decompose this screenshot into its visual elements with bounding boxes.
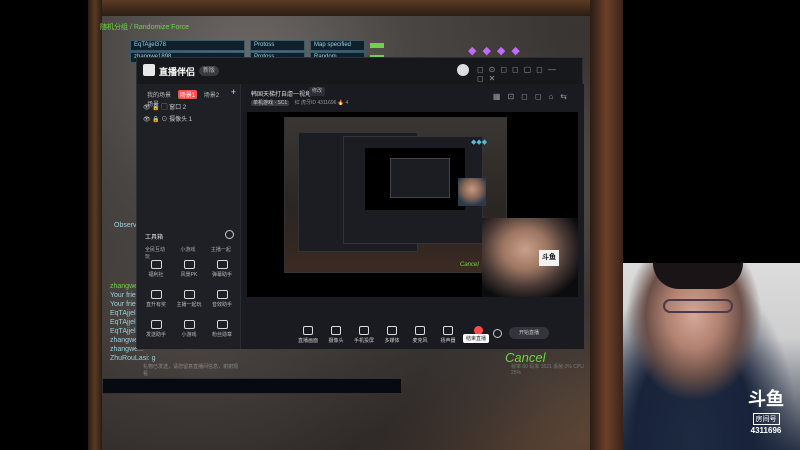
observer-label: Observ [114, 222, 137, 229]
source-item[interactable]: 👁 🔒 ▢ 窗口 2 [143, 102, 186, 111]
room-info: 红 虎牙ID 4311696 🔥 4 [294, 100, 349, 106]
source-label: 窗口 2 [169, 105, 187, 111]
tool-danmu[interactable]: 弹幕助手 [205, 260, 239, 278]
webcam-person-hair [653, 263, 743, 289]
sound-icon [216, 290, 228, 299]
preview-webcam [482, 218, 578, 297]
app-name: 直播伴侣 [159, 67, 196, 77]
nested-cancel-label: Cancel [460, 262, 479, 268]
camera-icon [331, 326, 341, 335]
monitor-icon [303, 326, 313, 335]
tab-scene-1[interactable]: 场景1 [177, 90, 198, 99]
edit-title-button[interactable]: 修改 [309, 87, 326, 96]
douyu-logo-mark: 斗鱼 [748, 389, 784, 409]
category-badge[interactable]: 单机游戏 · SC1 [251, 100, 290, 106]
streaming-app-window: 直播伴侣 新版 ◻⊙◻◻▢◻—◻✕ 我的场景 场景1 场景2 场景 + 👁 🔒 … [136, 57, 584, 377]
tool-pk[interactable]: 风景PK [172, 260, 206, 278]
nested-race-icons: ◆◆◆ [471, 139, 488, 146]
tool-lottery[interactable]: 直升有奖 [139, 290, 173, 308]
tool-minigame[interactable]: 小游戏 [172, 320, 206, 338]
game-chat-input[interactable] [102, 378, 402, 394]
titlebar-controls[interactable]: ◻⊙◻◻▢◻—◻✕ [477, 65, 582, 83]
live-meta: 单机游戏 · SC1 红 虎牙ID 4311696 🔥 4 [251, 99, 348, 106]
bottom-status: 礼物已发送，请您留意直播间信息，谢谢观看 [143, 364, 239, 377]
screen: 随机分组 / Randomize Force EqTAjjel378 Proto… [0, 0, 800, 450]
add-scene-icon[interactable]: + [231, 87, 236, 97]
live-screen-button[interactable]: 直播画面 [293, 326, 323, 344]
play-icon [387, 326, 397, 335]
douyu-watermark: 斗鱼 房间号 4311696 [743, 389, 789, 435]
scissors-icon [150, 290, 162, 299]
tool-send[interactable]: 发送助手 [139, 320, 173, 338]
toolbox-links: 全民互动 小游戏 主播一起玩 [145, 246, 240, 260]
avatar[interactable] [457, 64, 469, 76]
app-logo-icon [143, 64, 155, 76]
main-area: 韩国天梯打自虐一视角 修改 单机游戏 · SC1 红 虎牙ID 4311696 … [241, 84, 584, 376]
game-frame-right [590, 0, 623, 450]
microphone-icon [415, 326, 425, 335]
chat-line: ZhuRouLasi: g [110, 355, 156, 362]
tab-scene-2[interactable]: 场景2 [204, 90, 219, 99]
media-button[interactable]: 多媒体 [377, 326, 407, 344]
home-icon [183, 260, 195, 269]
player-race-1[interactable]: Protoss [250, 40, 305, 51]
nested-preview-deep [390, 158, 450, 198]
box-icon [150, 320, 162, 329]
speaker-icon [443, 326, 453, 335]
tool-fulishe[interactable]: 福利社 [139, 260, 173, 278]
live-settings-icon[interactable] [493, 329, 502, 338]
game-race-icons: ◆◆◆◆ [468, 45, 526, 57]
microphone-button[interactable]: 麦克风 [405, 326, 435, 344]
webcam-person-glasses [663, 299, 733, 313]
tool-link[interactable]: 小游戏 [180, 247, 195, 253]
stream-preview[interactable]: ◆◆◆ Cancel 斗鱼 [247, 112, 578, 297]
preview-douyu-logo: 斗鱼 [539, 250, 559, 266]
game-options-header: 随机分组 / Randomize Force [100, 24, 190, 31]
player-map-1[interactable]: Map specified [310, 40, 365, 51]
app-titlebar: 直播伴侣 新版 ◻⊙◻◻▢◻—◻✕ [137, 58, 582, 84]
source-item[interactable]: 👁 🔒 ⊙ 摄像头 1 [143, 114, 192, 123]
clipboard-icon [183, 290, 195, 299]
tool-link[interactable]: 全民互动 [145, 247, 165, 253]
main-toolbar-icons[interactable]: ▦⊡◻◻⌂⇆ [493, 92, 574, 101]
tool-play-together[interactable]: 主播一起玩 [172, 290, 206, 308]
toolbox-settings-icon[interactable] [225, 230, 234, 239]
nested-preview: ◆◆◆ Cancel [284, 117, 507, 273]
game-frame-top [88, 0, 623, 16]
phone-cast-button[interactable]: 手机投屏 [349, 326, 379, 344]
screen-icon [216, 260, 228, 269]
camera-button[interactable]: 摄像头 [321, 326, 351, 344]
tool-sound[interactable]: 音效助手 [205, 290, 239, 308]
start-live-button[interactable]: 开始直播 [509, 327, 549, 339]
control-bar: 直播画面 摄像头 手机投屏 多媒体 麦克风 扬声器 结束直播 开始直播 [241, 324, 584, 349]
douyu-room-label: 房间号 [752, 413, 780, 425]
stop-live-tooltip: 结束直播 [463, 334, 490, 343]
gift-icon [150, 260, 162, 269]
speaker-button[interactable]: 扬声器 [433, 326, 463, 344]
gamepad-icon [183, 320, 195, 329]
tab-my-scenes[interactable]: 我的场景 [147, 90, 171, 99]
stream-stats: 帧率 60 码率 3521 丢帧 0% CPU 25% [511, 364, 584, 376]
version-badge[interactable]: 新版 [199, 66, 220, 76]
game-frame-left [88, 0, 102, 450]
player-slot-1[interactable]: EqTAjjel378 [130, 40, 245, 51]
tool-fan-badge[interactable]: 粉丝勋章 [205, 320, 239, 338]
scene-panel: 我的场景 场景1 场景2 场景 + 👁 🔒 ▢ 窗口 2 👁 🔒 ⊙ 摄像头 1… [137, 84, 241, 377]
toolbox-title: 工具箱 [145, 235, 164, 241]
nested-webcam [458, 178, 486, 206]
douyu-room-id: 4311696 [750, 426, 782, 435]
source-label: 摄像头 1 [169, 117, 193, 123]
badge-icon [216, 320, 228, 329]
phone-icon [359, 326, 369, 335]
live-title: 韩国天梯打自虐一视角 [251, 92, 312, 98]
player-status-1 [370, 43, 384, 48]
